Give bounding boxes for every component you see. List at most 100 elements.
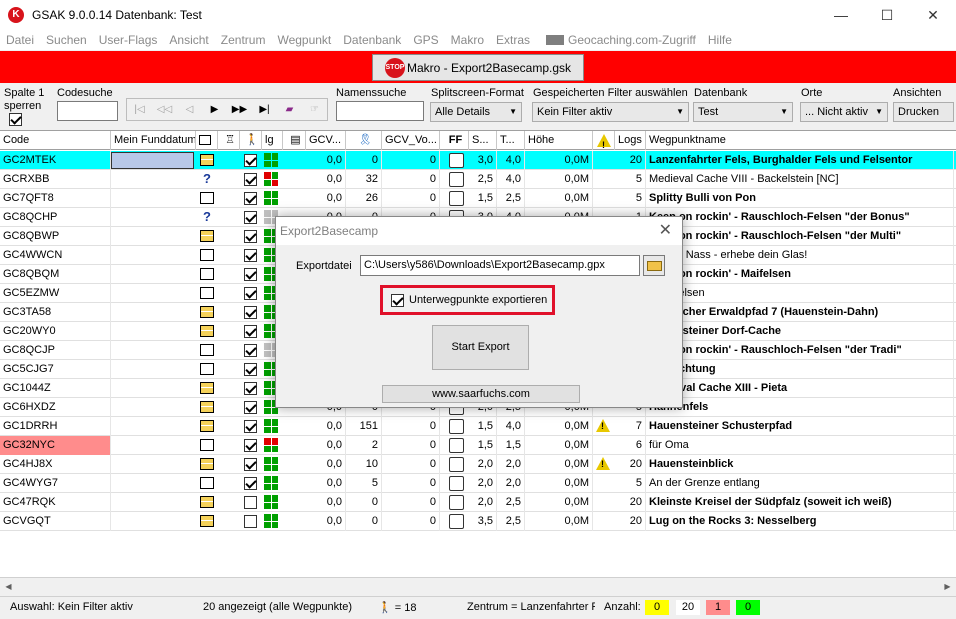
datenbank-select[interactable]: Test ▼ [693, 102, 793, 122]
found-checkbox[interactable] [244, 306, 257, 319]
col-corrected[interactable]: FF [440, 131, 469, 150]
menu-datenbank[interactable]: Datenbank [337, 33, 407, 47]
found-checkbox[interactable] [244, 420, 257, 433]
sub-waypoints-checkbox[interactable] [391, 293, 404, 307]
nav-last-button[interactable]: ▶| [252, 104, 277, 115]
col-difficulty[interactable]: S... [469, 131, 497, 150]
col-logs[interactable]: Logs [615, 131, 646, 150]
pointer-hand-icon[interactable]: ☞ [302, 104, 327, 115]
table-row[interactable]: GCVGQT 0,0 0 0 3,5 2,5 0,0M 20 Lug on the Rocks … [0, 512, 956, 531]
nav-next-button[interactable]: ▶ [202, 104, 227, 115]
macro-stop-button[interactable]: STOP Makro - Export2Basecamp.gsk [372, 54, 584, 81]
menu-datei[interactable]: Datei [0, 33, 40, 47]
col-lg[interactable]: lg [262, 131, 283, 150]
found-checkbox[interactable] [244, 401, 257, 414]
corrected-checkbox[interactable] [449, 438, 464, 453]
table-row[interactable]: GC4WYG7 0,0 5 0 2,0 2,0 0,0M 5 An der Grenze ent… [0, 474, 956, 493]
found-checkbox[interactable] [244, 325, 257, 338]
scroll-right-icon[interactable]: ▶ [939, 578, 956, 595]
table-row[interactable]: GC4HJ8X0,01002,02,00,0M20Hauensteinblick [0, 455, 956, 474]
dialog-close-button[interactable]: ✕ [659, 220, 672, 240]
col-wegpunktname[interactable]: Wegpunktname [646, 131, 956, 150]
found-checkbox[interactable] [244, 173, 257, 186]
menu-makro[interactable]: Makro [445, 33, 490, 47]
table-row[interactable]: GC1DRRH 0,01510 1,54,00,0M 7Hauensteiner Sc… [0, 417, 956, 436]
menu-gps[interactable]: GPS [407, 33, 444, 47]
found-checkbox[interactable] [244, 287, 257, 300]
menu-extras[interactable]: Extras [490, 33, 536, 47]
found-checkbox[interactable] [244, 192, 257, 205]
found-checkbox[interactable] [244, 458, 257, 471]
found-checkbox[interactable] [244, 439, 257, 452]
menu-suchen[interactable]: Suchen [40, 33, 93, 47]
maximize-button[interactable]: ☐ [864, 0, 910, 30]
menu-ansicht[interactable]: Ansicht [163, 33, 214, 47]
found-checkbox[interactable] [244, 515, 257, 528]
eraser-icon[interactable]: ▰ [277, 104, 302, 115]
found-checkbox[interactable] [244, 344, 257, 357]
horizontal-scrollbar[interactable]: ◀ ▶ [0, 577, 956, 594]
found-checkbox[interactable] [244, 268, 257, 281]
found-checkbox[interactable] [244, 477, 257, 490]
found-checkbox[interactable] [244, 363, 257, 376]
corrected-checkbox[interactable] [449, 495, 464, 510]
menu-zentrum[interactable]: Zentrum [215, 33, 272, 47]
sub-waypoints-label[interactable]: Unterwegpunkte exportieren [409, 294, 547, 306]
orte-select[interactable]: ... Nicht aktiv ▼ [800, 102, 888, 122]
menu-hilfe[interactable]: Hilfe [702, 33, 738, 47]
col-gcv-vote[interactable]: GCV_Vo... [382, 131, 440, 150]
close-button[interactable]: ✕ [910, 0, 956, 30]
saarfuchs-link-button[interactable]: www.saarfuchs.com [382, 385, 580, 403]
table-row[interactable]: GC7QFT8 0,0 26 0 1,5 2,5 0,0M 5 Splitty Bulli vo… [0, 189, 956, 208]
col-warning[interactable] [593, 131, 615, 150]
col-type-icon[interactable] [196, 131, 218, 150]
corrected-checkbox[interactable] [449, 476, 464, 491]
col-user-flag[interactable]: ♖ [218, 131, 240, 150]
found-checkbox[interactable] [244, 382, 257, 395]
waypoint-name: An der Grenze entlang [646, 474, 954, 493]
gcv-vote-value: 0 [382, 474, 440, 493]
col-code[interactable]: Code [0, 131, 111, 150]
menu-geocaching-zugriff[interactable]: Geocaching.com-Zugriff [536, 33, 702, 47]
found-checkbox[interactable] [244, 249, 257, 262]
table-row[interactable]: GCRXBB? 0,0 32 0 2,5 4,0 0,0M 5 Medieval Cache V… [0, 170, 956, 189]
browse-folder-button[interactable] [643, 255, 665, 276]
minimize-button[interactable]: — [818, 0, 864, 30]
col-gcv[interactable]: GCV... [306, 131, 346, 150]
table-row[interactable]: GC32NYC 0,0 2 0 1,5 1,5 0,0M 6 für Oma [0, 436, 956, 455]
nav-first-button[interactable]: |◁ [127, 104, 152, 115]
splitscreen-select[interactable]: Alle Details ▼ [430, 102, 522, 122]
namenssuche-input[interactable] [336, 101, 424, 121]
scroll-left-icon[interactable]: ◀ [0, 578, 17, 595]
start-export-button[interactable]: Start Export [432, 325, 529, 370]
corrected-checkbox[interactable] [449, 191, 464, 206]
col-terrain[interactable]: T... [497, 131, 525, 150]
corrected-checkbox[interactable] [449, 457, 464, 472]
corrected-checkbox[interactable] [449, 172, 464, 187]
found-checkbox[interactable] [244, 496, 257, 509]
found-checkbox[interactable] [244, 154, 257, 167]
filter-select[interactable]: Kein Filter aktiv ▼ [532, 102, 689, 122]
menu-wegpunkt[interactable]: Wegpunkt [271, 33, 337, 47]
found-checkbox[interactable] [244, 230, 257, 243]
sperren-checkbox[interactable] [9, 113, 22, 126]
table-row[interactable]: GC2MTEK 0,0 0 0 3,0 4,0 0,0M 20 Lanzenfahrter Fe… [0, 151, 956, 170]
export-file-input[interactable]: C:\Users\y586\Downloads\Export2Basecamp.… [360, 255, 640, 276]
table-row[interactable]: GC47RQK 0,0 0 0 2,0 2,5 0,0M 20 Kleinste Kreisel… [0, 493, 956, 512]
col-funddatum[interactable]: Mein Funddatum [111, 131, 196, 150]
codesuche-input[interactable] [57, 101, 118, 121]
nav-prev-page-button[interactable]: ◁◁ [152, 104, 177, 115]
col-hoehe[interactable]: Höhe [525, 131, 593, 150]
col-notes[interactable]: ▤ [283, 131, 306, 150]
corrected-checkbox[interactable] [449, 419, 464, 434]
nav-prev-button[interactable]: ◁ [177, 104, 202, 115]
col-found[interactable]: 🚶 [240, 131, 262, 150]
menu-user-flags[interactable]: User-Flags [93, 33, 164, 47]
funddatum-cell-selected[interactable] [111, 152, 194, 169]
corrected-checkbox[interactable] [449, 153, 464, 168]
found-checkbox[interactable] [244, 211, 257, 224]
nav-next-page-button[interactable]: ▶▶ [227, 104, 252, 115]
corrected-checkbox[interactable] [449, 514, 464, 529]
col-favorites[interactable]: 🎗 [346, 131, 382, 150]
ansichten-select[interactable]: Drucken [893, 102, 954, 122]
